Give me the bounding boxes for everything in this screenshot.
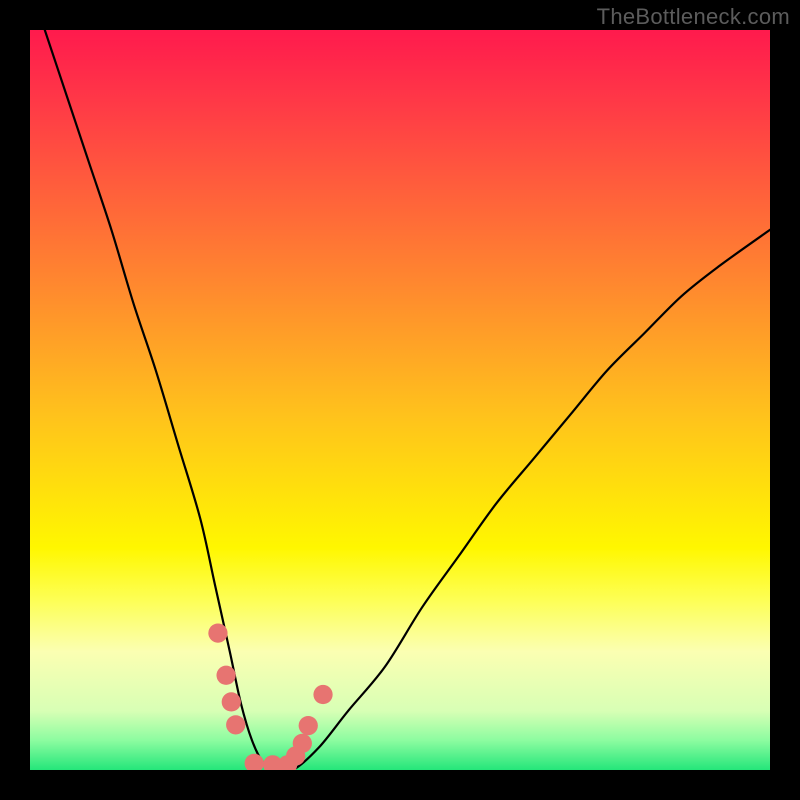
plot-area [30, 30, 770, 770]
chart-frame: TheBottleneck.com [0, 0, 800, 800]
curve-marker [293, 734, 312, 753]
watermark-text: TheBottleneck.com [597, 4, 790, 30]
curve-marker [226, 715, 245, 734]
curve-marker [216, 666, 235, 685]
bottleneck-curve-path [45, 30, 770, 770]
curve-marker [245, 754, 264, 770]
chart-svg [30, 30, 770, 770]
curve-marker [208, 623, 227, 642]
curve-marker [299, 716, 318, 735]
marker-layer [208, 623, 332, 770]
curve-marker [313, 685, 332, 704]
curve-marker [222, 692, 241, 711]
